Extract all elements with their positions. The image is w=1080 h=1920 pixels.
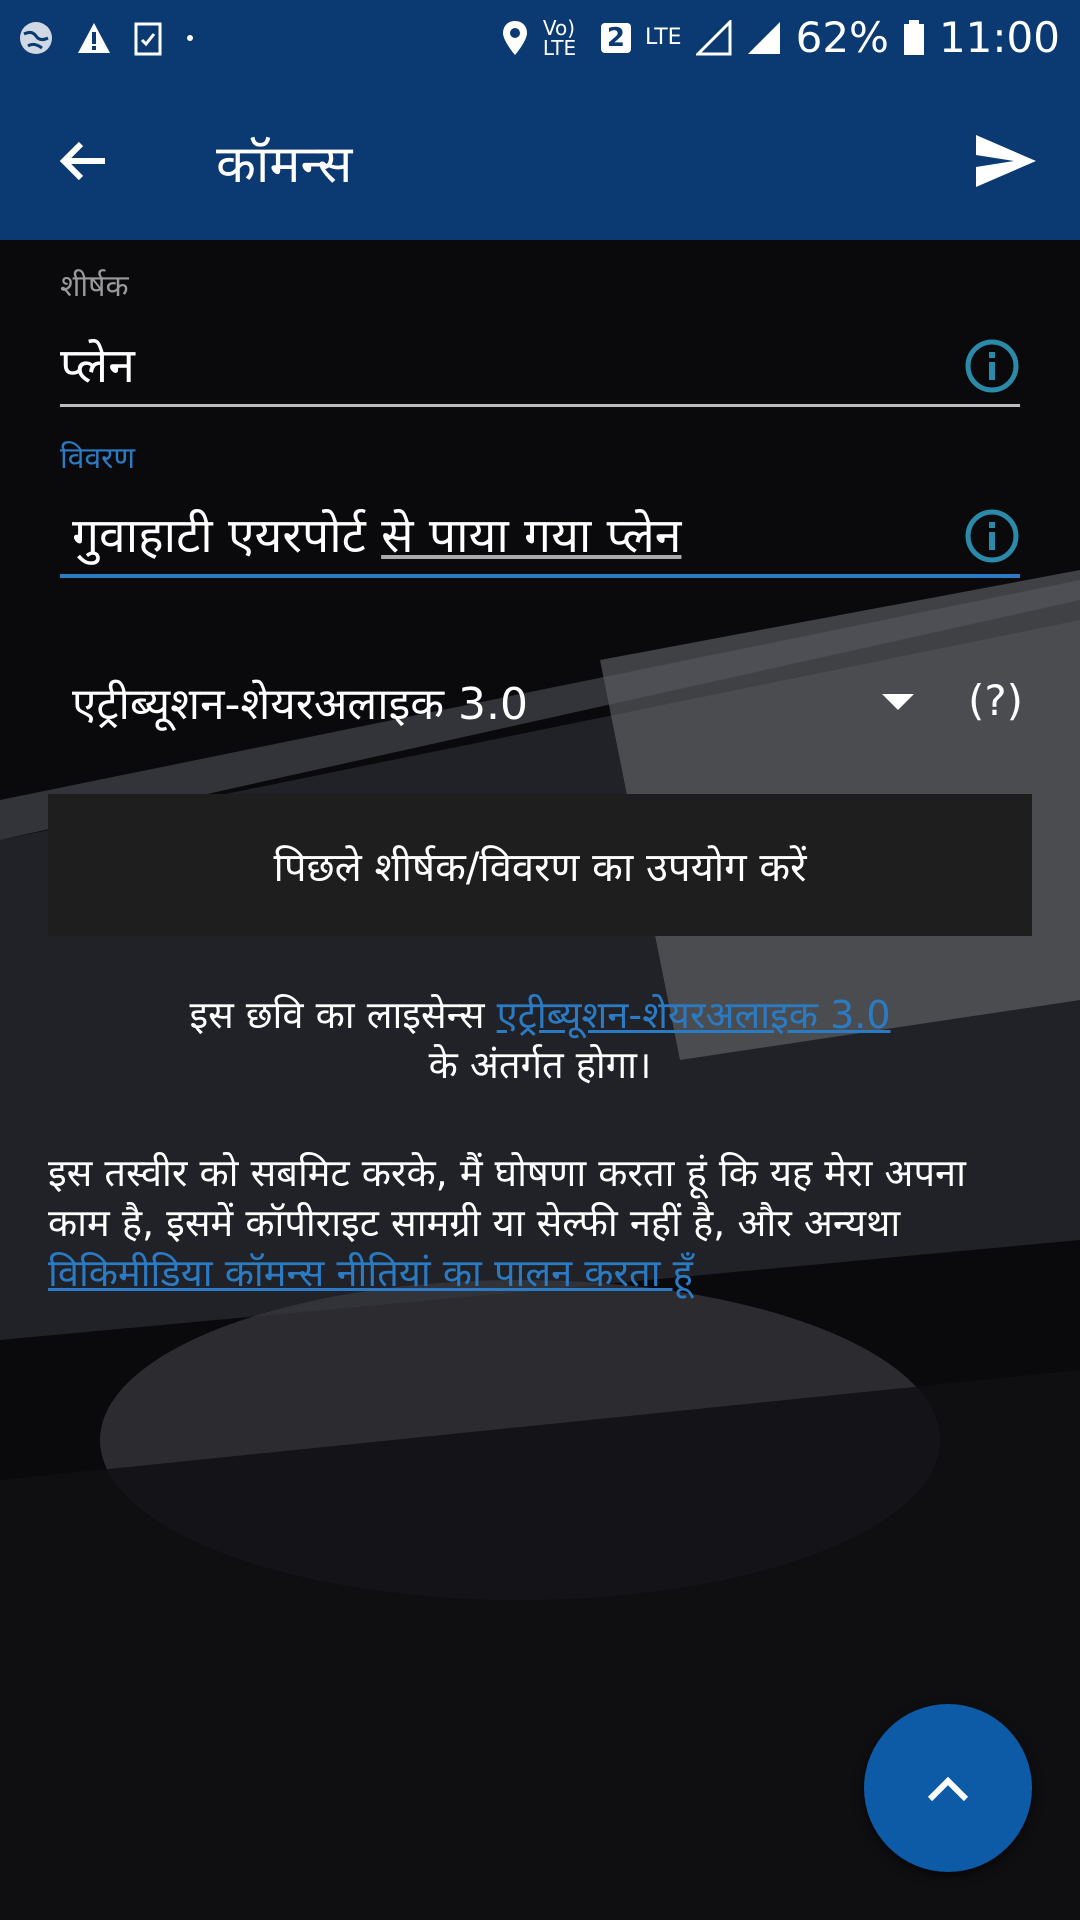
battery-percent: 62% [795, 13, 889, 62]
info-icon[interactable] [964, 338, 1020, 394]
declaration-text: इस तस्वीर को सबमिट करके, मैं घोषणा करता … [48, 1148, 1038, 1298]
arrow-left-icon [59, 141, 105, 181]
use-previous-button[interactable]: पिछले शीर्षक/विवरण का उपयोग करें [48, 794, 1032, 936]
info-icon[interactable] [964, 508, 1020, 564]
location-icon [501, 19, 529, 57]
signal-full-icon [746, 20, 782, 56]
dot-icon [184, 32, 196, 44]
signal-icon [695, 19, 732, 56]
declaration-body: इस तस्वीर को सबमिट करके, मैं घोषणा करता … [48, 1151, 966, 1245]
upload-form: शीर्षक प्लेन विवरण गुवाहाटी एयरपोर्ट से … [0, 240, 1080, 1920]
dropdown-arrow-icon[interactable] [880, 692, 916, 712]
volte-label: Vo) LTE [542, 15, 577, 60]
network-label: LTE [645, 25, 682, 50]
title-input[interactable]: प्लेन [60, 332, 135, 397]
description-text-underlined: से पाया गया प्लेन [381, 508, 682, 564]
description-label: विवरण [60, 441, 136, 476]
description-input[interactable]: गुवाहाटी एयरपोर्ट से पाया गया प्लेन [72, 502, 681, 567]
warning-icon [76, 21, 112, 55]
title-underline [60, 404, 1020, 407]
status-bar: Vo) LTE 2 LTE 62% 11:00 [0, 0, 1080, 75]
battery-icon [903, 19, 925, 56]
back-button[interactable] [48, 125, 120, 197]
clock: 11:00 [938, 13, 1060, 62]
license-notice-prefix: इस छवि का लाइसेन्स [189, 993, 497, 1037]
globe-icon [18, 20, 54, 56]
expand-fab[interactable] [864, 1704, 1032, 1872]
send-button[interactable] [968, 123, 1044, 199]
license-notice-suffix: के अंतर्गत होगा। [428, 1043, 652, 1087]
checklist-icon [134, 20, 162, 56]
license-notice: इस छवि का लाइसेन्स एट्रीब्यूशन-शेयरअलाइक… [48, 990, 1032, 1090]
description-text: गुवाहाटी एयरपोर्ट [72, 508, 382, 564]
send-icon [976, 135, 1036, 187]
chevron-up-icon [927, 1776, 969, 1802]
app-title: कॉमन्स [216, 135, 353, 195]
app-bar: कॉमन्स [0, 75, 1080, 240]
commons-policy-link[interactable]: विकिमीडिया कॉमन्स नीतियां का पालन करता ह… [48, 1251, 693, 1295]
title-label: शीर्षक [60, 269, 129, 304]
license-spinner[interactable]: एट्रीब्यूशन-शेयरअलाइक 3.0 [72, 672, 528, 732]
license-help-button[interactable]: (?) [968, 676, 1023, 725]
description-underline [60, 574, 1020, 578]
license-link[interactable]: एट्रीब्यूशन-शेयरअलाइक 3.0 [497, 993, 891, 1037]
sim-badge: 2 [600, 22, 632, 53]
